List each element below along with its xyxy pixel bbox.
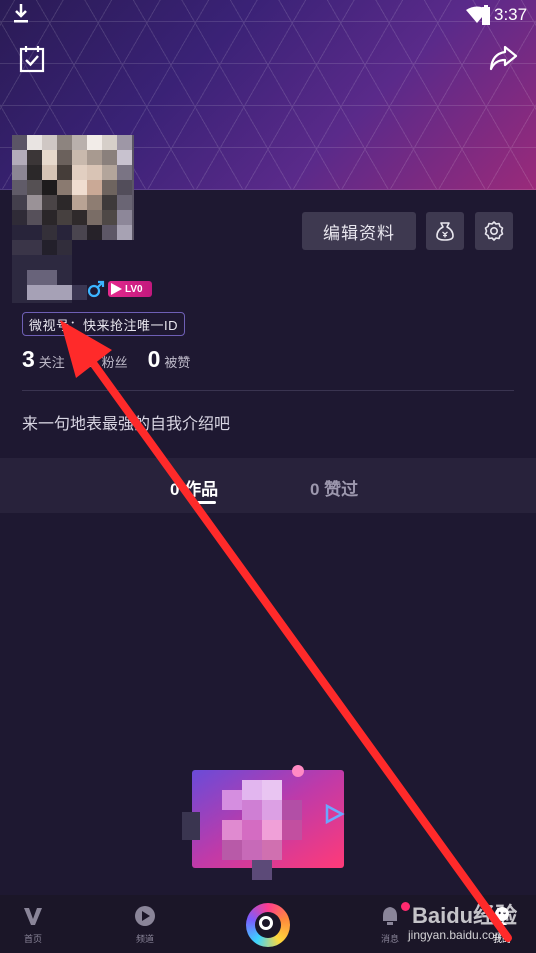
avatar[interactable] — [12, 135, 134, 303]
bio-text[interactable]: 来一句地表最强的自我介绍吧 — [22, 410, 230, 434]
status-time: 3:37 — [494, 5, 528, 24]
download-icon — [14, 4, 28, 23]
wallet-button[interactable] — [426, 212, 464, 250]
divider — [22, 390, 514, 391]
stat-label: 关注 — [38, 355, 65, 370]
empty-works-illustration — [182, 765, 345, 880]
edit-profile-button[interactable]: 编辑资料 — [302, 212, 416, 250]
settings-button[interactable] — [475, 212, 513, 250]
nav-channel-label: 频道 — [135, 934, 154, 944]
baidu-watermark: Baidu经验 — [412, 903, 518, 928]
profile-stats: 3 关注 0 粉丝 0 被赞 — [22, 346, 210, 373]
nav-home[interactable]: 首页 — [3, 895, 63, 953]
share-icon[interactable] — [488, 43, 518, 73]
camera-record-button[interactable] — [246, 903, 290, 947]
home-v-icon — [24, 908, 42, 925]
gear-icon — [484, 221, 504, 241]
bell-icon — [383, 907, 397, 925]
tab-works[interactable]: 0 作品 — [170, 475, 218, 500]
level-badge: LV0 — [108, 281, 152, 297]
tab-liked[interactable]: 0 赞过 — [310, 475, 358, 500]
stat-value: 0 — [147, 346, 161, 372]
battery-icon — [482, 5, 490, 25]
stat-value: 0 — [84, 346, 98, 372]
play-icon — [111, 283, 122, 295]
level-text: LV0 — [125, 283, 143, 295]
content-tabs: 0 作品 0 赞过 — [0, 458, 536, 513]
message-unread-dot — [401, 902, 410, 911]
money-bag-icon — [436, 222, 454, 241]
stat-label: 被赞 — [164, 355, 191, 370]
nav-home-label: 首页 — [23, 934, 42, 944]
nav-channel[interactable]: 频道 — [115, 895, 175, 953]
stat-value: 3 — [22, 346, 35, 372]
status-bar: 3:37 — [0, 0, 536, 30]
stat-label: 粉丝 — [101, 355, 128, 370]
camera-lens-icon — [259, 916, 273, 930]
male-gender-icon — [87, 280, 105, 298]
play-circle-icon — [135, 906, 155, 926]
weishi-id-label[interactable]: 微视号：快来抢注唯一ID — [22, 312, 186, 336]
stat-following[interactable]: 3 关注 — [22, 346, 65, 373]
checkin-calendar-icon[interactable] — [18, 44, 48, 74]
baidu-watermark-url: jingyan.baidu.com — [408, 928, 505, 942]
stat-followers[interactable]: 0 粉丝 — [85, 346, 128, 373]
stat-likes[interactable]: 0 被赞 — [148, 346, 191, 373]
nav-message[interactable]: 消息 — [360, 895, 420, 953]
active-tab-indicator — [194, 501, 216, 504]
